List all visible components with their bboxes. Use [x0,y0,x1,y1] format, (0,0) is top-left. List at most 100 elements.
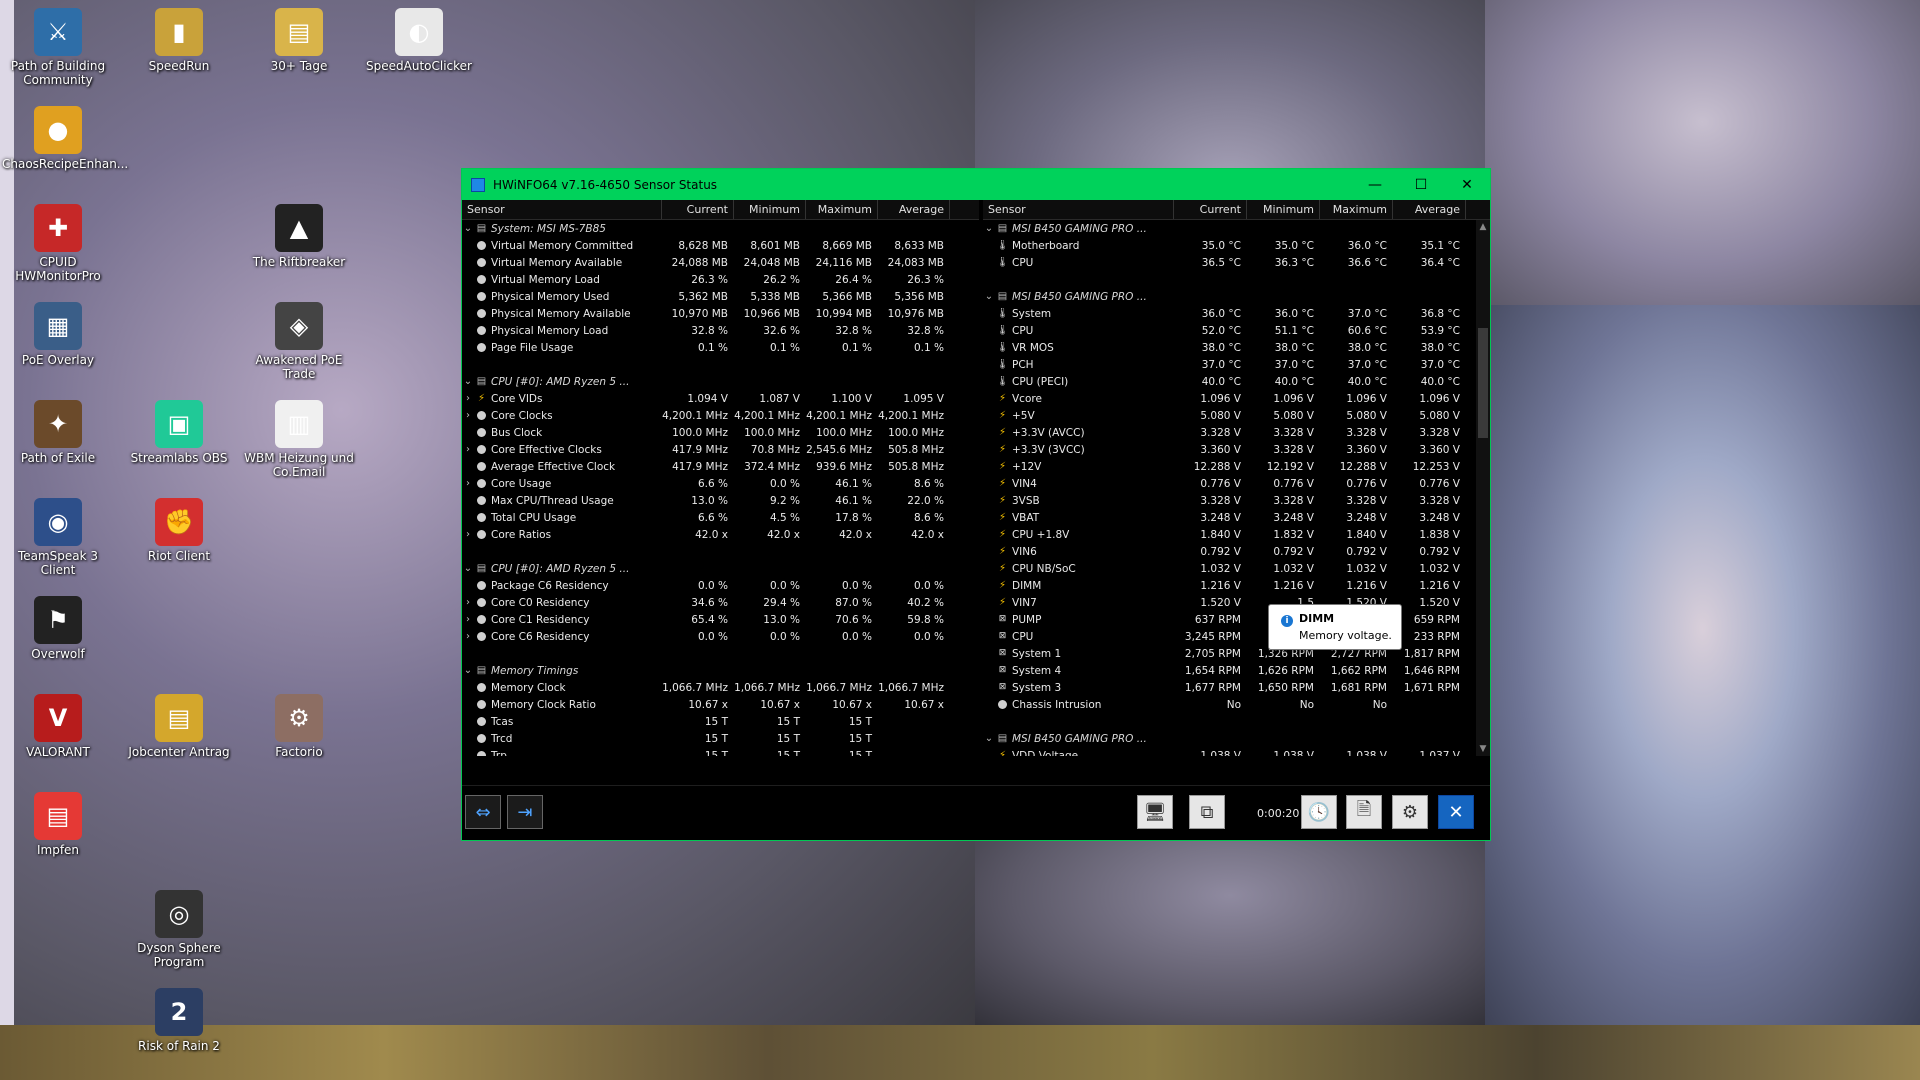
desktop-shortcut[interactable]: ▦ PoE Overlay [2,302,114,367]
sensor-row[interactable]: ⊠ System 1 2,705 RPM 1,326 RPM 2,727 RPM 1,81… [983,645,1490,662]
chevron-down-icon[interactable]: ⌄ [462,563,474,574]
col-current-header[interactable]: Current [1174,200,1247,219]
sensor-row[interactable]: ⚡ VIN4 0.776 V 0.776 V 0.776 V 0.776 V [983,475,1490,492]
sensor-row[interactable]: Package C6 Residency 0.0 % 0.0 % 0.0 % 0.0 % [462,577,979,594]
sensor-row[interactable]: ⚡ CPU +1.8V 1.840 V 1.832 V 1.840 V 1.838 V [983,526,1490,543]
sensor-row[interactable]: ⚡ +3.3V (AVCC) 3.328 V 3.328 V 3.328 V 3.328 … [983,424,1490,441]
sensor-row[interactable]: Physical Memory Load 32.8 % 32.6 % 32.8 % 32… [462,322,979,339]
sensor-row[interactable]: ⊠ System 3 1,677 RPM 1,650 RPM 1,681 RPM 1,67… [983,679,1490,696]
col-maximum-header[interactable]: Maximum [1320,200,1393,219]
sensor-group-row[interactable]: ⌄ ▤ MSI B450 GAMING PRO ... [983,730,1490,747]
sensor-row[interactable]: ⚡ +5V 5.080 V 5.080 V 5.080 V 5.080 V [983,407,1490,424]
sensor-row[interactable]: 🌡 Motherboard 35.0 °C 35.0 °C 36.0 °C 35.1 °C [983,237,1490,254]
network-button[interactable]: 🖥 [1137,795,1173,829]
sensor-row[interactable]: Total CPU Usage 6.6 % 4.5 % 17.8 % 8.6 % [462,509,979,526]
scrollbar-thumb[interactable] [1478,328,1488,438]
scroll-up-icon[interactable]: ▲ [1476,220,1490,234]
sensor-row[interactable]: Max CPU/Thread Usage 13.0 % 9.2 % 46.1 % 22.… [462,492,979,509]
sensor-group-row[interactable]: ⌄ ▤ System: MSI MS-7B85 [462,220,979,237]
sensor-row[interactable]: ⚡ 3VSB 3.328 V 3.328 V 3.328 V 3.328 V [983,492,1490,509]
sensor-group-row[interactable]: ⌄ ▤ CPU [#0]: AMD Ryzen 5 ... [462,560,979,577]
sensor-row[interactable]: Trp 15 T 15 T 15 T [462,747,979,756]
sensor-group-row[interactable]: ⌄ ▤ MSI B450 GAMING PRO ... [983,288,1490,305]
col-average-header[interactable]: Average [878,200,950,219]
title-bar[interactable]: HWiNFO64 v7.16-4650 Sensor Status — ☐ ✕ [462,169,1490,200]
sensor-row[interactable]: Page File Usage 0.1 % 0.1 % 0.1 % 0.1 % [462,339,979,356]
col-minimum-header[interactable]: Minimum [1247,200,1320,219]
sensor-row[interactable]: 🌡 CPU 52.0 °C 51.1 °C 60.6 °C 53.9 °C [983,322,1490,339]
vertical-scrollbar[interactable]: ▲ ▼ [1476,220,1490,756]
close-button[interactable]: ✕ [1444,169,1490,200]
desktop-shortcut[interactable]: ▥ WBM Heizung und Co.Email [243,400,355,479]
chevron-right-icon[interactable]: › [462,410,474,421]
chevron-down-icon[interactable]: ⌄ [462,223,474,234]
sensor-row[interactable]: › Core Usage 6.6 % 0.0 % 46.1 % 8.6 % [462,475,979,492]
chevron-right-icon[interactable]: › [462,393,474,404]
sensor-row[interactable]: Physical Memory Available 10,970 MB 10,966… [462,305,979,322]
desktop-shortcut[interactable]: ✚ CPUID HWMonitorPro [2,204,114,283]
sensor-row[interactable]: ⚡ +3.3V (3VCC) 3.360 V 3.328 V 3.360 V 3.360 … [983,441,1490,458]
sensor-row[interactable]: ⚡ VIN7 1.520 V 1.5 1.520 V 1.520 V [983,594,1490,611]
maximize-button[interactable]: ☐ [1398,169,1444,200]
logging-button[interactable]: 🗎 [1346,795,1382,829]
sensor-row[interactable]: › Core Ratios 42.0 x 42.0 x 42.0 x 42.0 x [462,526,979,543]
desktop-shortcut[interactable]: ✊ Riot Client [123,498,235,563]
sensor-row[interactable]: › ⚡ Core VIDs 1.094 V 1.087 V 1.100 V 1.095 V [462,390,979,407]
desktop-shortcut[interactable]: V VALORANT [2,694,114,759]
chevron-right-icon[interactable]: › [462,444,474,455]
settings-button[interactable]: ⚙ [1392,795,1428,829]
desktop-shortcut[interactable]: ⚙ Factorio [243,694,355,759]
desktop-shortcut[interactable]: ▲ The Riftbreaker [243,204,355,269]
sensor-row[interactable]: Physical Memory Used 5,362 MB 5,338 MB 5,36… [462,288,979,305]
sensor-row[interactable]: › Core C1 Residency 65.4 % 13.0 % 70.6 % 59.8… [462,611,979,628]
sensor-row[interactable]: Tcas 15 T 15 T 15 T [462,713,979,730]
col-sensor-header[interactable]: Sensor [462,200,662,219]
sensor-row[interactable]: 🌡 CPU 36.5 °C 36.3 °C 36.6 °C 36.4 °C [983,254,1490,271]
expand-columns-button[interactable]: ⇔ [465,795,501,829]
sensor-pane-right[interactable]: Sensor Current Minimum Maximum Average ⌄… [983,200,1490,756]
sensor-row[interactable]: ⚡ CPU NB/SoC 1.032 V 1.032 V 1.032 V 1.032 V [983,560,1490,577]
desktop-shortcut[interactable]: ◉ TeamSpeak 3 Client [2,498,114,577]
col-average-header[interactable]: Average [1393,200,1466,219]
minimize-button[interactable]: — [1352,169,1398,200]
sensor-row[interactable]: ⚡ +12V 12.288 V 12.192 V 12.288 V 12.253 V [983,458,1490,475]
sensor-row[interactable]: ⚡ VDD Voltage 1.038 V 1.038 V 1.038 V 1.037 V [983,747,1490,757]
sensor-row[interactable]: ⊠CPU3,245 RPM3,21233 RPM [983,628,1490,645]
chevron-right-icon[interactable]: › [462,478,474,489]
desktop-shortcut[interactable]: ⚔ Path of Building Community [2,8,114,87]
desktop-shortcut[interactable]: ▤ Impfen [2,792,114,857]
sensor-row[interactable]: Memory Clock 1,066.7 MHz 1,066.7 MHz 1,066.… [462,679,979,696]
sensor-row[interactable]: 🌡 System 36.0 °C 36.0 °C 37.0 °C 36.8 °C [983,305,1490,322]
desktop-shortcut[interactable]: ● ChaosRecipeEnhan... [2,106,128,171]
sensor-row[interactable]: 🌡 VR MOS 38.0 °C 38.0 °C 38.0 °C 38.0 °C [983,339,1490,356]
chevron-down-icon[interactable]: ⌄ [983,223,995,234]
desktop-shortcut[interactable]: ◐ SpeedAutoClicker [363,8,475,73]
sensor-row[interactable]: › Core Effective Clocks 417.9 MHz 70.8 MHz 2… [462,441,979,458]
sensor-row[interactable]: 🌡 CPU (PECI) 40.0 °C 40.0 °C 40.0 °C 40.0 °C [983,373,1490,390]
desktop-shortcut[interactable]: ⚑ Overwolf [2,596,114,661]
close-sensors-button[interactable]: ✕ [1438,795,1474,829]
sensor-row[interactable]: Trcd 15 T 15 T 15 T [462,730,979,747]
sensor-row[interactable]: ⚡ Vcore 1.096 V 1.096 V 1.096 V 1.096 V [983,390,1490,407]
reset-clock-button[interactable]: 🕓 [1301,795,1337,829]
col-sensor-header[interactable]: Sensor [983,200,1174,219]
chevron-down-icon[interactable]: ⌄ [462,376,474,387]
sensor-row[interactable]: Average Effective Clock 417.9 MHz 372.4 MH… [462,458,979,475]
sensor-row[interactable]: Virtual Memory Committed 8,628 MB 8,601 MB… [462,237,979,254]
col-current-header[interactable]: Current [662,200,734,219]
scroll-down-icon[interactable]: ▼ [1476,742,1490,756]
chevron-down-icon[interactable]: ⌄ [462,665,474,676]
chevron-right-icon[interactable]: › [462,597,474,608]
chevron-right-icon[interactable]: › [462,614,474,625]
sensor-group-row[interactable]: ⌄ ▤ Memory Timings [462,662,979,679]
sensor-row[interactable]: Chassis Intrusion No No No [983,696,1490,713]
desktop-shortcut[interactable]: ▤ Jobcenter Antrag [123,694,235,759]
sensor-row[interactable]: Bus Clock 100.0 MHz 100.0 MHz 100.0 MHz 100.… [462,424,979,441]
sensor-row[interactable]: Memory Clock Ratio 10.67 x 10.67 x 10.67 x 1… [462,696,979,713]
remote-button[interactable]: ⧉ [1189,795,1225,829]
sensor-pane-left[interactable]: Sensor Current Minimum Maximum Average ⌄… [462,200,979,756]
desktop-shortcut[interactable]: ◈ Awakened PoE Trade [243,302,355,381]
sensor-row[interactable]: ⊠PUMP637 RPM61659 RPM [983,611,1490,628]
desktop-shortcut[interactable]: ▣ Streamlabs OBS [123,400,235,465]
chevron-right-icon[interactable]: › [462,529,474,540]
